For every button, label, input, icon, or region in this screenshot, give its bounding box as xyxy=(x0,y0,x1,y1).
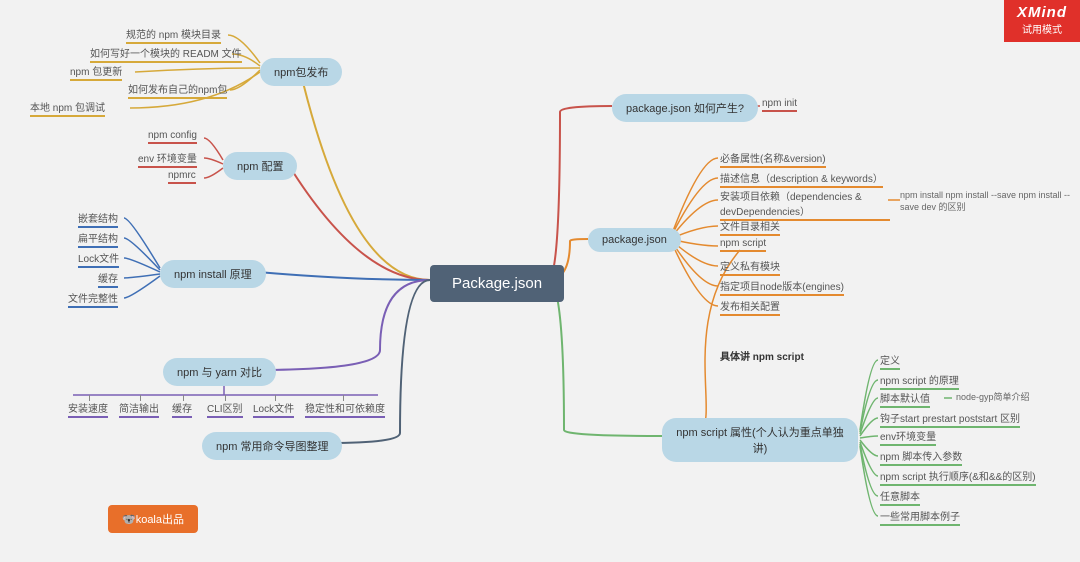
leaf[interactable]: 如何发布自己的npm包 xyxy=(128,81,227,99)
root-node[interactable]: Package.json xyxy=(430,265,564,302)
leaf[interactable]: 嵌套结构 xyxy=(78,210,118,228)
node-label: npm包发布 xyxy=(274,67,328,79)
leaf[interactable]: Lock文件 xyxy=(78,250,119,268)
leaf[interactable]: 一些常用脚本例子 xyxy=(880,508,960,526)
annotation-text: 具体讲 npm script xyxy=(720,348,804,363)
leaf[interactable]: 任意脚本 xyxy=(880,488,920,506)
node-label: package.json 如何产生? xyxy=(626,103,744,115)
leaf[interactable]: 规范的 npm 模块目录 xyxy=(126,26,221,44)
node-npm-cmds[interactable]: npm 常用命令导图整理 xyxy=(202,432,342,460)
root-label: Package.json xyxy=(452,275,542,292)
node-npm-publish[interactable]: npm包发布 xyxy=(260,58,342,86)
leaf[interactable]: 必备属性(名称&version) xyxy=(720,150,826,168)
leaf[interactable]: 脚本默认值 xyxy=(880,390,930,408)
node-label: npm install 原理 xyxy=(174,269,252,281)
node-label: npm 常用命令导图整理 xyxy=(216,441,328,453)
leaf[interactable]: 如何写好一个模块的 READM 文件 xyxy=(90,45,242,63)
leaf[interactable]: 安装项目依赖（dependencies & devDependencies） xyxy=(720,188,890,221)
leaf[interactable]: 简洁输出 xyxy=(119,400,159,418)
watermark-sub: 试用模式 xyxy=(1004,21,1080,36)
leaf[interactable]: 安装速度 xyxy=(68,400,108,418)
leaf[interactable]: 扁平结构 xyxy=(78,230,118,248)
node-pkg-json[interactable]: package.json xyxy=(588,228,681,252)
leaf[interactable]: CLI区别 xyxy=(207,400,243,418)
author-badge-label: 🐨koala出品 xyxy=(122,514,184,526)
leaf[interactable]: 本地 npm 包调试 xyxy=(30,99,105,117)
leaf[interactable]: 缓存 xyxy=(172,400,192,418)
node-label: npm 与 yarn 对比 xyxy=(177,367,262,379)
node-pkg-how[interactable]: package.json 如何产生? xyxy=(612,94,758,122)
leaf[interactable]: npm 脚本传入参数 xyxy=(880,448,962,466)
leaf-note: node-gyp简单介绍 xyxy=(956,390,1030,403)
node-npm-script[interactable]: npm script 属性(个人认为重点单独讲) xyxy=(662,418,858,462)
leaf[interactable]: npm config xyxy=(148,130,197,144)
node-label: npm script 属性(个人认为重点单独讲) xyxy=(676,427,843,455)
leaf[interactable]: npm init xyxy=(762,98,797,112)
node-label: package.json xyxy=(602,234,667,246)
node-npm-yarn[interactable]: npm 与 yarn 对比 xyxy=(163,358,276,386)
leaf-note: npm install npm install --save npm insta… xyxy=(900,190,1080,213)
leaf[interactable]: 文件完整性 xyxy=(68,290,118,308)
node-npm-config[interactable]: npm 配置 xyxy=(223,152,297,180)
leaf[interactable]: npm script 执行顺序(&和&&的区别) xyxy=(880,468,1036,486)
leaf[interactable]: npm 包更新 xyxy=(70,63,122,81)
leaf[interactable]: 定义 xyxy=(880,352,900,370)
leaf[interactable]: npm script xyxy=(720,238,766,252)
node-label: npm 配置 xyxy=(237,161,283,173)
watermark-badge: XMind 试用模式 xyxy=(1004,0,1080,42)
leaf[interactable]: env 环境变量 xyxy=(138,150,197,168)
leaf[interactable]: npmrc xyxy=(168,170,196,184)
leaf[interactable]: 定义私有模块 xyxy=(720,258,780,276)
node-npm-install[interactable]: npm install 原理 xyxy=(160,260,266,288)
watermark-brand: XMind xyxy=(1004,4,1080,21)
leaf[interactable]: 指定项目node版本(engines) xyxy=(720,278,844,296)
leaf[interactable]: 钩子start prestart poststart 区别 xyxy=(880,410,1020,428)
leaf[interactable]: 文件目录相关 xyxy=(720,218,780,236)
author-badge: 🐨koala出品 xyxy=(108,505,198,533)
leaf[interactable]: Lock文件 xyxy=(253,400,294,418)
leaf[interactable]: npm script 的原理 xyxy=(880,372,959,390)
leaf[interactable]: 描述信息（description & keywords） xyxy=(720,170,883,188)
leaf[interactable]: 稳定性和可依赖度 xyxy=(305,400,385,418)
leaf[interactable]: env环境变量 xyxy=(880,428,936,446)
leaf[interactable]: 缓存 xyxy=(98,270,118,288)
leaf[interactable]: 发布相关配置 xyxy=(720,298,780,316)
